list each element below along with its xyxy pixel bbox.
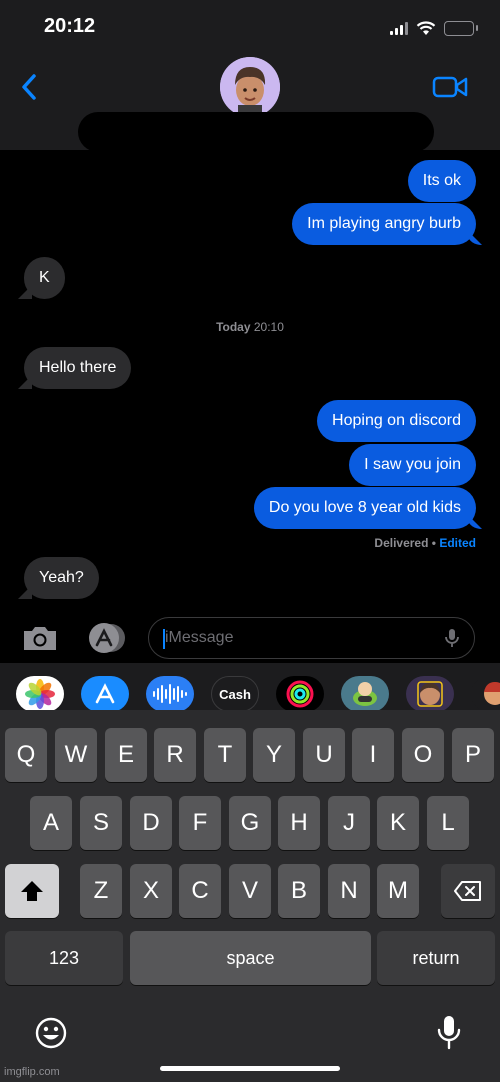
key-l[interactable]: L (427, 796, 469, 850)
key-v[interactable]: V (229, 864, 271, 918)
status-time: 20:12 (44, 15, 96, 37)
video-call-icon[interactable] (432, 74, 468, 100)
home-indicator[interactable] (160, 1066, 340, 1071)
outgoing-message[interactable]: I saw you join (349, 444, 476, 486)
key-n[interactable]: N (328, 864, 370, 918)
watermark: imgflip.com (4, 1066, 60, 1078)
key-y[interactable]: Y (253, 728, 295, 782)
audio-message-icon[interactable] (146, 676, 194, 712)
apple-cash-icon[interactable]: Cash (211, 676, 259, 712)
key-o[interactable]: O (402, 728, 444, 782)
message-timestamp: Today 20:10 (0, 320, 500, 334)
incoming-message[interactable]: Hello there (24, 347, 132, 389)
key-t[interactable]: T (204, 728, 246, 782)
apple-cash-label: Cash (219, 686, 251, 702)
key-d[interactable]: D (130, 796, 172, 850)
outgoing-message[interactable]: Im playing angry burb (292, 203, 476, 245)
delete-key[interactable] (441, 864, 495, 918)
outgoing-message[interactable]: Its ok (407, 160, 476, 202)
status-icons (390, 18, 478, 38)
battery-icon (444, 20, 478, 36)
key-u[interactable]: U (303, 728, 345, 782)
space-key[interactable]: space (130, 931, 371, 985)
key-s[interactable]: S (80, 796, 122, 850)
shift-key[interactable] (5, 864, 59, 918)
key-a[interactable]: A (30, 796, 72, 850)
key-j[interactable]: J (328, 796, 370, 850)
activity-icon[interactable] (276, 676, 324, 712)
incoming-message[interactable]: Yeah? (24, 557, 99, 599)
game-icon[interactable] (341, 676, 389, 712)
key-z[interactable]: Z (80, 864, 122, 918)
app-store-apps-icon[interactable] (84, 622, 128, 654)
photos-icon[interactable] (16, 676, 64, 712)
app-store-icon[interactable] (81, 676, 129, 712)
key-b[interactable]: B (278, 864, 320, 918)
timestamp-day: Today (216, 320, 251, 334)
input-placeholder: iMessage (165, 629, 234, 646)
key-i[interactable]: I (352, 728, 394, 782)
key-p[interactable]: P (452, 728, 494, 782)
return-key[interactable]: return (377, 931, 495, 985)
backspace-icon (454, 881, 481, 901)
numbers-key[interactable]: 123 (5, 931, 123, 985)
key-r[interactable]: R (154, 728, 196, 782)
key-q[interactable]: Q (5, 728, 47, 782)
back-chevron-icon[interactable] (16, 70, 44, 104)
delivery-status: Delivered • Edited (374, 536, 476, 550)
contact-avatar[interactable] (220, 57, 280, 117)
wifi-icon (416, 20, 436, 35)
edited-link[interactable]: Edited (439, 536, 476, 550)
outgoing-message[interactable]: Hoping on discord (317, 400, 476, 442)
memoji-avatar-icon (220, 57, 280, 117)
emoji-icon[interactable] (34, 1016, 68, 1050)
key-k[interactable]: K (377, 796, 419, 850)
key-f[interactable]: F (179, 796, 221, 850)
key-e[interactable]: E (105, 728, 147, 782)
key-c[interactable]: C (179, 864, 221, 918)
imessage-input[interactable]: iMessage (148, 617, 475, 659)
shift-arrow-icon (21, 881, 43, 901)
redacted-contact-name (78, 112, 434, 152)
incoming-message[interactable]: K (24, 257, 65, 299)
cellular-signal-icon (390, 21, 408, 35)
key-w[interactable]: W (55, 728, 97, 782)
delivered-label: Delivered (374, 536, 429, 550)
dictation-icon[interactable] (436, 1014, 462, 1052)
dictation-mic-icon[interactable] (442, 627, 462, 649)
timestamp-time: 20:10 (253, 320, 284, 334)
camera-icon[interactable] (20, 622, 60, 654)
outgoing-message[interactable]: Do you love 8 year old kids (253, 487, 476, 529)
delivery-separator: • (431, 536, 436, 550)
memoji-stickers-icon[interactable] (471, 676, 500, 712)
key-g[interactable]: G (229, 796, 271, 850)
key-x[interactable]: X (130, 864, 172, 918)
key-m[interactable]: M (377, 864, 419, 918)
key-h[interactable]: H (278, 796, 320, 850)
memoji-icon[interactable] (406, 676, 454, 712)
